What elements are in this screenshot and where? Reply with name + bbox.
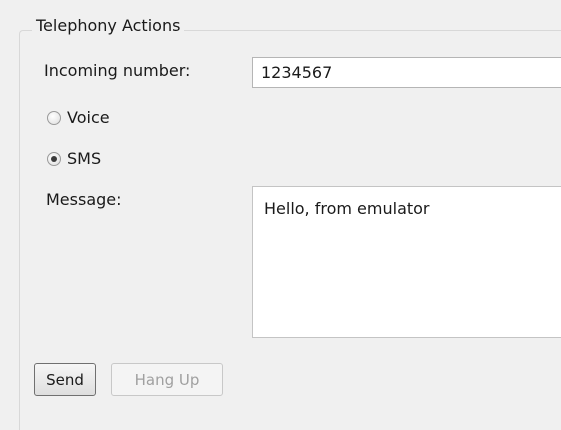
voice-radio-button[interactable] [47,111,61,125]
voice-radio-option[interactable]: Voice [47,107,110,129]
incoming-number-label: Incoming number: [44,61,191,80]
sms-radio-option[interactable]: SMS [47,148,101,170]
incoming-number-input[interactable]: 1234567 [252,57,561,88]
hang-up-button[interactable]: Hang Up [111,363,223,396]
sms-radio-button[interactable] [47,152,61,166]
send-button[interactable]: Send [34,363,96,396]
group-title: Telephony Actions [32,15,185,37]
sms-radio-label[interactable]: SMS [67,148,101,170]
message-label: Message: [46,190,122,209]
message-textarea[interactable]: Hello, from emulator [252,186,561,338]
voice-radio-label[interactable]: Voice [67,107,110,129]
